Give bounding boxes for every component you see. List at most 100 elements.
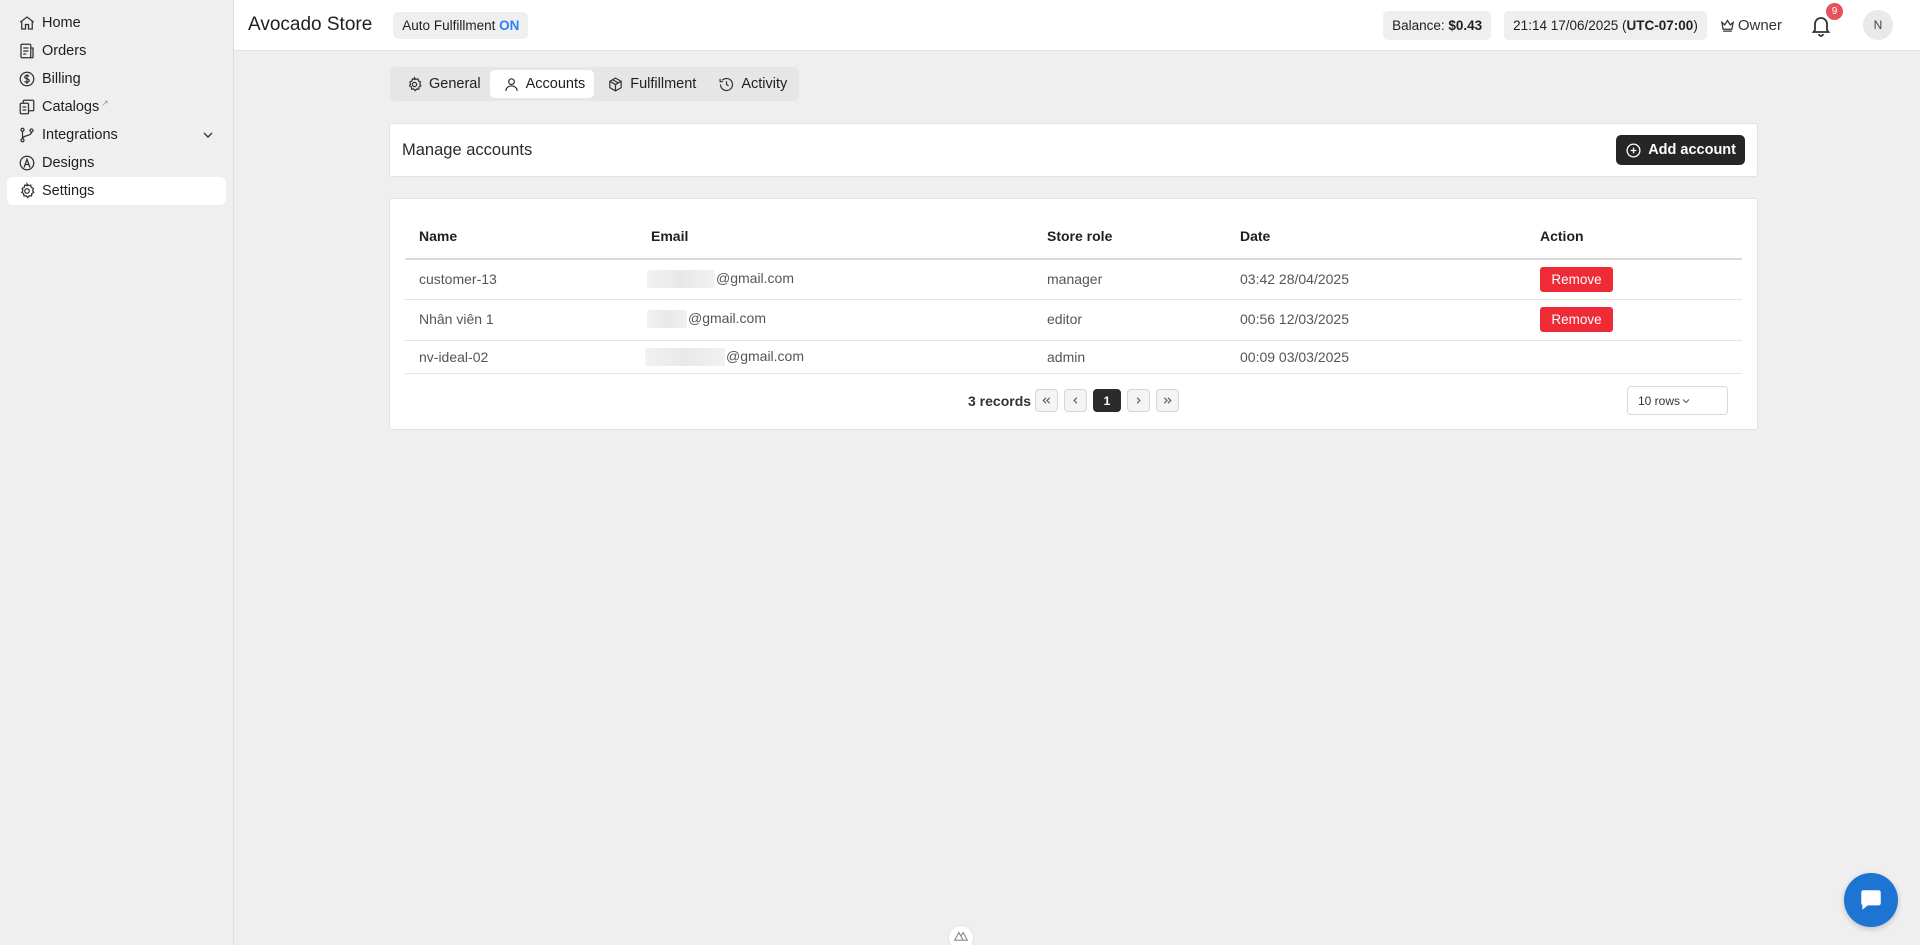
notification-count-badge: 9 xyxy=(1826,3,1843,20)
cell-date: 00:09 03/03/2025 xyxy=(1240,349,1349,365)
column-header-role: Store role xyxy=(1047,228,1113,244)
records-count: 3 records xyxy=(968,393,1032,409)
rows-per-page-select[interactable]: 10 rows xyxy=(1627,386,1728,415)
table-row: customer-13 @gmail.com manager 03:42 28/… xyxy=(405,260,1742,300)
cell-name: nv-ideal-02 xyxy=(419,349,489,365)
datetime-badge: 21:14 17/06/2025 (UTC-07:00) xyxy=(1504,10,1707,40)
tab-label: Fulfillment xyxy=(630,76,697,92)
sidebar-item-label: Designs xyxy=(42,155,95,171)
cell-date: 03:42 28/04/2025 xyxy=(1240,271,1349,287)
sidebar-item-catalogs[interactable]: Catalogs ↗ xyxy=(7,93,226,121)
cell-email: @gmail.com xyxy=(647,270,795,289)
chat-button[interactable] xyxy=(1844,873,1898,927)
settings-tabs: General Accounts Fulfillment Activity xyxy=(390,67,800,101)
home-icon xyxy=(18,14,36,32)
cell-email: @gmail.com xyxy=(647,310,766,329)
crown-icon xyxy=(1720,18,1738,33)
column-header-date: Date xyxy=(1240,228,1271,244)
sidebar-item-label: Home xyxy=(42,15,81,31)
rows-per-page-value: 10 rows xyxy=(1638,393,1681,408)
redacted-email-block xyxy=(647,310,687,329)
dollar-icon xyxy=(18,70,36,88)
gear-icon xyxy=(18,182,36,200)
sidebar-item-label: Catalogs xyxy=(42,99,100,115)
branch-icon xyxy=(18,126,36,144)
auto-fulfillment-label: Auto Fulfillment xyxy=(402,17,496,33)
remove-button[interactable]: Remove xyxy=(1540,307,1613,332)
user-icon xyxy=(503,76,526,93)
box-icon xyxy=(607,76,630,93)
sidebar-item-settings[interactable]: Settings xyxy=(7,177,226,205)
gear-icon xyxy=(406,75,429,93)
sidebar-item-orders[interactable]: Orders xyxy=(7,37,226,65)
balance-label: Balance: xyxy=(1392,17,1445,33)
sidebar-item-label: Settings xyxy=(42,183,95,199)
first-page-button[interactable] xyxy=(1035,389,1058,412)
sidebar-item-label: Billing xyxy=(42,71,81,87)
auto-fulfillment-state: ON xyxy=(499,17,520,33)
top-header: Avocado Store Auto Fulfillment ON Balanc… xyxy=(234,0,1920,51)
brand-logo-icon xyxy=(948,925,974,945)
next-page-button[interactable] xyxy=(1127,389,1150,412)
page-number-button[interactable]: 1 xyxy=(1093,389,1121,412)
last-page-button[interactable] xyxy=(1156,389,1179,412)
sidebar: Home Orders Billing Catalogs ↗ Integrati… xyxy=(0,0,234,945)
header-right: Balance: $0.43 21:14 17/06/2025 (UTC-07:… xyxy=(1383,0,1920,50)
cell-date: 00:56 12/03/2025 xyxy=(1240,311,1349,327)
tab-label: General xyxy=(429,76,481,92)
chevron-right-icon xyxy=(1133,395,1144,406)
cell-email-domain: @gmail.com xyxy=(726,348,805,364)
accounts-table-card: Name Email Store role Date Action custom… xyxy=(389,198,1758,430)
chevron-down-icon[interactable] xyxy=(200,127,216,143)
balance-badge[interactable]: Balance: $0.43 xyxy=(1383,10,1492,40)
tab-label: Activity xyxy=(741,76,788,92)
prev-page-button[interactable] xyxy=(1064,389,1087,412)
remove-button[interactable]: Remove xyxy=(1540,267,1613,292)
orders-icon xyxy=(18,42,36,60)
sidebar-item-home[interactable]: Home xyxy=(7,9,226,37)
cell-role: admin xyxy=(1047,349,1086,365)
tab-accounts[interactable]: Accounts xyxy=(489,70,595,98)
chat-bubble-icon xyxy=(1858,887,1884,913)
plus-circle-icon xyxy=(1625,142,1648,159)
accounts-table: Name Email Store role Date Action custom… xyxy=(405,199,1742,374)
sidebar-item-billing[interactable]: Billing xyxy=(7,65,226,93)
pagination: 3 records 1 10 rows xyxy=(390,386,1759,415)
manage-accounts-card: Manage accounts Add account xyxy=(389,123,1758,177)
designs-icon xyxy=(18,154,36,172)
role-indicator: Owner xyxy=(1720,17,1782,34)
store-name: Avocado Store xyxy=(248,14,373,35)
redacted-email-block xyxy=(647,270,715,289)
role-text: Owner xyxy=(1737,16,1782,34)
cell-role: manager xyxy=(1047,271,1103,287)
table-row: nv-ideal-02 @gmail.com admin 00:09 03/03… xyxy=(405,341,1742,374)
chevrons-right-icon xyxy=(1162,395,1173,406)
table-header: Name Email Store role Date Action xyxy=(405,199,1742,260)
cell-role: editor xyxy=(1047,311,1083,327)
catalog-icon xyxy=(18,98,36,116)
history-icon xyxy=(718,76,741,93)
timezone-text: UTC-07:00 xyxy=(1626,17,1694,33)
table-row: Nhân viên 1 @gmail.com editor 00:56 12/0… xyxy=(405,300,1742,341)
tab-activity[interactable]: Activity xyxy=(705,70,796,98)
tab-general[interactable]: General xyxy=(393,70,490,98)
tab-fulfillment[interactable]: Fulfillment xyxy=(594,70,705,98)
avatar[interactable]: N xyxy=(1863,10,1893,40)
redacted-email-block xyxy=(645,348,725,367)
cell-email-domain: @gmail.com xyxy=(716,270,795,286)
add-account-label: Add account xyxy=(1648,142,1736,158)
balance-value: $0.43 xyxy=(1448,17,1483,33)
add-account-button[interactable]: Add account xyxy=(1616,135,1745,165)
column-header-email: Email xyxy=(651,228,689,244)
chevrons-left-icon xyxy=(1041,395,1052,406)
tab-label: Accounts xyxy=(525,76,586,92)
sidebar-item-integrations[interactable]: Integrations xyxy=(7,121,226,149)
chevron-left-icon xyxy=(1070,395,1081,406)
sidebar-item-label: Orders xyxy=(42,43,87,59)
sidebar-item-designs[interactable]: Designs xyxy=(7,149,226,177)
column-header-name: Name xyxy=(419,228,458,244)
auto-fulfillment-toggle[interactable]: Auto Fulfillment ON xyxy=(393,11,529,39)
cell-email: @gmail.com xyxy=(645,348,805,367)
cell-name: Nhân viên 1 xyxy=(419,311,494,327)
notifications-button[interactable]: 9 xyxy=(1809,3,1843,37)
